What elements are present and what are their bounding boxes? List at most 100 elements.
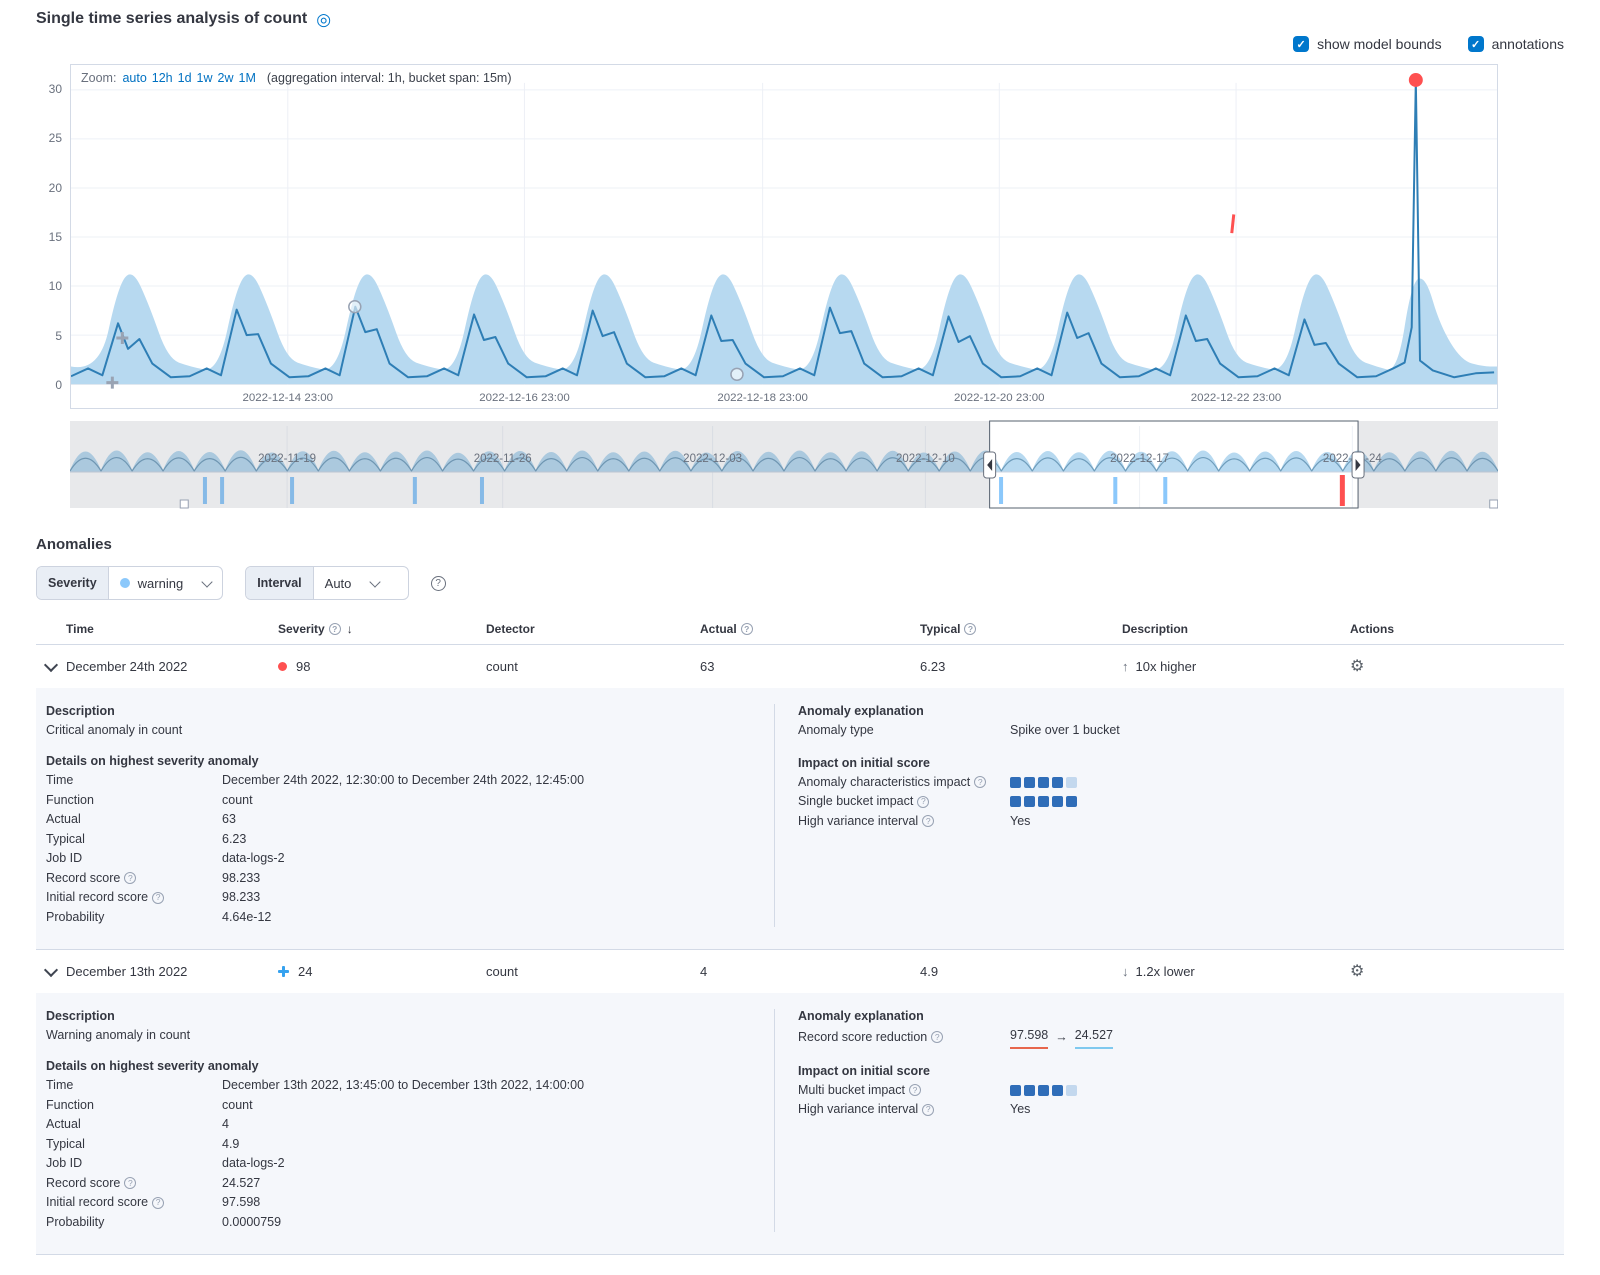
description-text: Warning anomaly in count (46, 1026, 750, 1044)
detail-value: 63 (222, 810, 236, 830)
svg-text:2022-12-18 23:00: 2022-12-18 23:00 (717, 392, 808, 404)
zoom-link-12h[interactable]: 12h (152, 71, 173, 85)
details-heading: Details on highest severity anomaly (46, 1059, 750, 1073)
annotations-label: annotations (1492, 36, 1564, 52)
anomalies-table-header: Time Severity ? ↓ Detector Actual ? Typi… (36, 614, 1564, 645)
y-axis-label: 0 (36, 378, 62, 392)
impact-bar (1010, 1085, 1077, 1096)
y-axis-label: 30 (36, 82, 62, 96)
anomaly-explanation-heading: Anomaly explanation (798, 1009, 1550, 1023)
anomaly-row[interactable]: December 24th 2022 98 count 63 6.23 ↑ 10… (36, 645, 1564, 688)
collapse-row-button[interactable] (42, 962, 60, 978)
collapse-row-button[interactable] (42, 657, 60, 673)
severity-warning-dot-icon (120, 578, 130, 588)
actual-value: 63 (700, 659, 920, 674)
annotations-toggle[interactable]: ✓ annotations (1468, 36, 1564, 52)
context-chart-svg[interactable]: 2022-11-192022-11-262022-12-032022-12-10… (70, 420, 1498, 510)
zoom-links: auto 12h 1d 1w 2w 1M (122, 71, 260, 85)
detail-label: Initial record score (46, 1193, 148, 1213)
col-description: Description (1122, 622, 1336, 636)
detail-value: data-logs-2 (222, 849, 285, 869)
zoom-link-auto[interactable]: auto (122, 71, 146, 85)
chart-options: ✓ show model bounds ✓ annotations (36, 32, 1564, 56)
actions-gear-icon[interactable]: ⚙ (1336, 964, 1364, 980)
sort-descending-icon: ↓ (347, 622, 353, 636)
detail-label: Job ID (46, 849, 222, 869)
zoom-label: Zoom: (81, 71, 116, 85)
info-icon: ? (922, 815, 934, 827)
detail-label: Probability (46, 908, 222, 928)
help-icon[interactable]: ? (431, 576, 446, 591)
interval-filter[interactable]: Interval Auto (245, 566, 408, 600)
checkbox-checked-icon[interactable]: ✓ (1468, 36, 1484, 52)
detail-value: 6.23 (222, 830, 246, 850)
checkbox-checked-icon[interactable]: ✓ (1293, 36, 1309, 52)
chevron-down-icon (44, 658, 58, 672)
main-chart-svg[interactable]: 2022-12-14 23:002022-12-16 23:002022-12-… (71, 65, 1497, 408)
info-icon: ? (922, 1104, 934, 1116)
detector: count (486, 659, 700, 674)
warning-multibucket-plus-icon (278, 966, 289, 977)
detail-label: Actual (46, 1115, 222, 1135)
detail-label: Time (46, 1076, 222, 1096)
anomaly-time: December 24th 2022 (66, 659, 278, 674)
detail-label: Multi bucket impact (798, 1081, 905, 1101)
col-detector[interactable]: Detector (486, 622, 700, 636)
anomaly-description: 10x higher (1136, 659, 1197, 674)
impact-heading: Impact on initial score (798, 1064, 1550, 1078)
info-icon: ? (909, 1084, 921, 1096)
anomaly-explanation-heading: Anomaly explanation (798, 704, 1550, 718)
y-axis-label: 25 (36, 131, 62, 145)
col-severity[interactable]: Severity ? ↓ (278, 622, 486, 636)
actions-gear-icon[interactable]: ⚙ (1336, 659, 1364, 675)
detail-value: Spike over 1 bucket (1010, 721, 1120, 741)
detail-value: December 13th 2022, 13:45:00 to December… (222, 1076, 584, 1096)
detail-value: count (222, 791, 253, 811)
detail-value: 4.9 (222, 1135, 239, 1155)
col-time[interactable]: Time (66, 622, 278, 636)
severity-filter[interactable]: Severity warning (36, 566, 223, 600)
info-icon: ? (152, 1197, 164, 1209)
info-icon: ? (964, 623, 976, 635)
aggregation-info: (aggregation interval: 1h, bucket span: … (267, 71, 512, 85)
actual-value: 4 (700, 964, 920, 979)
interval-filter-value: Auto (325, 576, 352, 591)
anomalies-table: Time Severity ? ↓ Detector Actual ? Typi… (36, 614, 1564, 1255)
detail-label: Probability (46, 1213, 222, 1233)
detail-value: 4 (222, 1115, 229, 1135)
anomaly-description: 1.2x lower (1136, 964, 1195, 979)
impact-bar (1010, 796, 1077, 807)
show-model-bounds-toggle[interactable]: ✓ show model bounds (1293, 36, 1442, 52)
zoom-link-2w[interactable]: 2w (218, 71, 234, 85)
chevron-down-icon (202, 576, 213, 587)
anomaly-time: December 13th 2022 (66, 964, 278, 979)
y-axis-label: 5 (36, 329, 62, 343)
zoom-link-1d[interactable]: 1d (178, 71, 192, 85)
detail-label: Typical (46, 1135, 222, 1155)
page-header: Single time series analysis of count ◎ (36, 10, 1564, 28)
detail-value: Yes (1010, 812, 1030, 832)
detail-value: 98.233 (222, 888, 260, 908)
col-actions: Actions (1336, 622, 1564, 636)
critical-severity-dot-icon (278, 662, 287, 671)
zoom-link-1w[interactable]: 1w (197, 71, 213, 85)
anomaly-row[interactable]: December 13th 2022 24 count 4 4.9 ↓ 1.2x… (36, 950, 1564, 993)
anomaly-details-panel: Description Critical anomaly in count De… (36, 688, 1564, 950)
interval-filter-label: Interval (246, 567, 313, 599)
detail-label: Anomaly type (798, 721, 1010, 741)
anomalies-filters: Severity warning Interval Auto ? (36, 566, 1564, 600)
zoom-link-1M[interactable]: 1M (239, 71, 256, 85)
detail-value: Yes (1010, 1100, 1030, 1120)
col-typical[interactable]: Typical ? (920, 622, 1122, 636)
severity-filter-value: warning (138, 576, 184, 591)
detail-label: Actual (46, 810, 222, 830)
col-actual[interactable]: Actual ? (700, 622, 920, 636)
timeseries-chart[interactable]: Zoom: auto 12h 1d 1w 2w 1M (aggregation inter… (70, 64, 1498, 409)
arrow-right-icon: → (1055, 1028, 1068, 1048)
chart-area: 051015202530 Zoom: auto12h1d1w2w1M (aggr… (70, 64, 1498, 510)
details-heading: Details on highest severity anomaly (46, 754, 750, 768)
context-chart[interactable]: 2022-11-192022-11-262022-12-032022-12-10… (70, 420, 1498, 510)
detail-value: data-logs-2 (222, 1154, 285, 1174)
y-axis-label: 20 (36, 181, 62, 195)
detail-label: Job ID (46, 1154, 222, 1174)
